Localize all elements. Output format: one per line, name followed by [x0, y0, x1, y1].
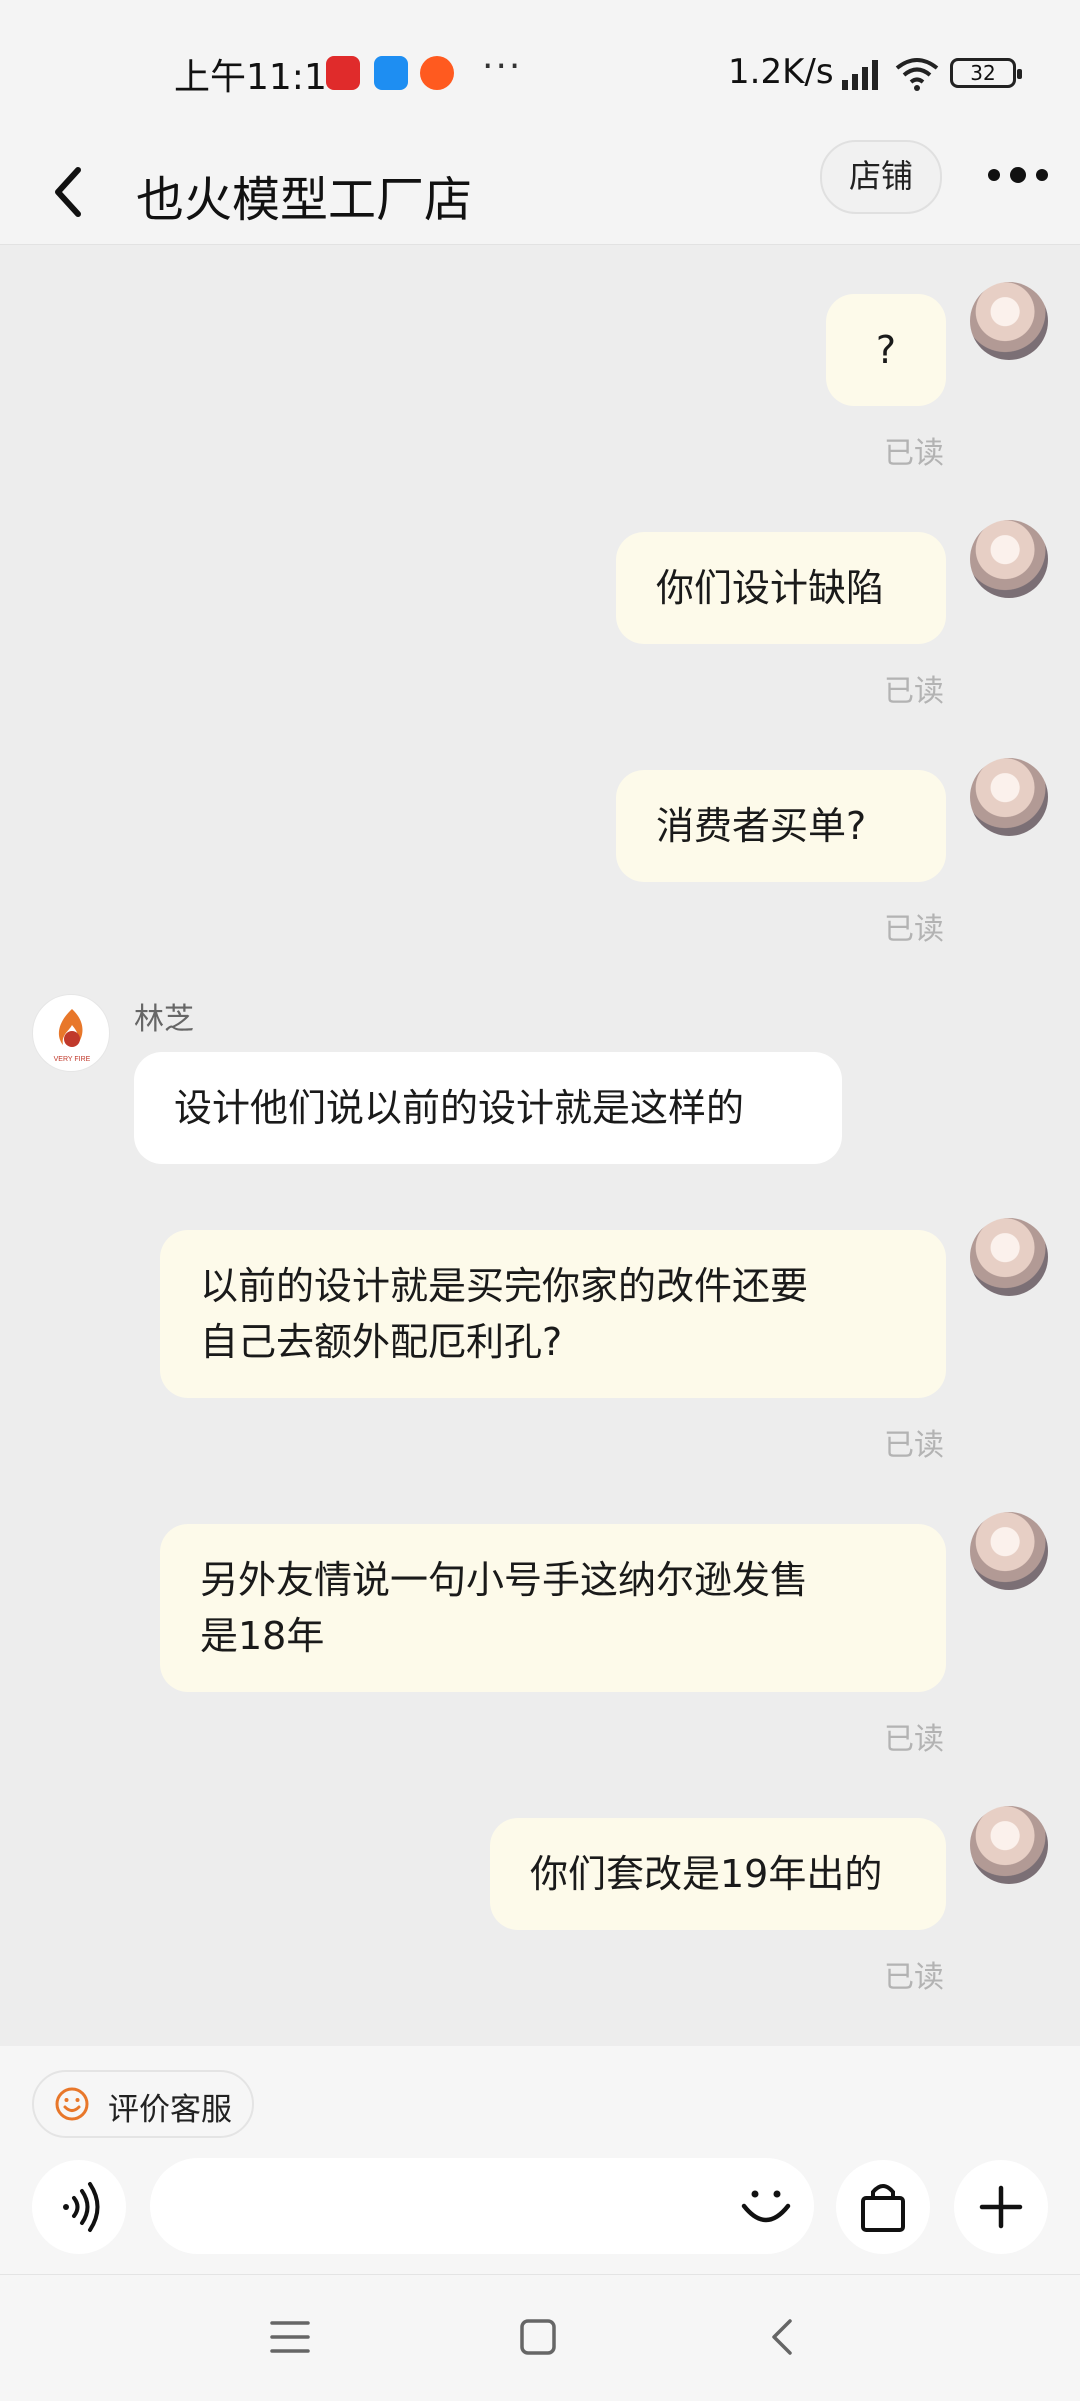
status-bar: 上午11:13 ··· 1.2K/s 32	[0, 0, 1080, 140]
read-status: 已读	[884, 1722, 944, 1757]
message-text-line: 是18年	[200, 1614, 325, 1658]
message-bubble[interactable]: 消费者买单?	[616, 770, 946, 882]
my-avatar[interactable]	[970, 282, 1048, 360]
message-bubble[interactable]: 另外友情说一句小号手这纳尔逊发售 是18年	[160, 1524, 946, 1692]
shop-avatar[interactable]: VERY FIRE	[32, 994, 110, 1072]
read-status: 已读	[884, 1428, 944, 1463]
rate-service-button[interactable]: 评价客服	[32, 2070, 254, 2138]
message-text-line: 自己去额外配厄利孔?	[200, 1320, 563, 1364]
logo-text: VERY FIRE	[54, 1056, 91, 1063]
message-text: 消费者买单?	[656, 804, 867, 848]
message-text: ?	[875, 328, 897, 372]
emoji-icon[interactable]	[738, 2178, 794, 2234]
voice-icon	[63, 2182, 100, 2232]
read-status: 已读	[884, 1960, 944, 1995]
my-avatar[interactable]	[970, 520, 1048, 598]
very-fire-logo-icon: VERY FIRE	[54, 1009, 91, 1063]
shopping-bag-icon	[861, 2184, 905, 2232]
wifi-icon	[895, 58, 939, 91]
system-nav-bar	[0, 2274, 1080, 2401]
read-status: 已读	[884, 436, 944, 471]
rate-service-label: 评价客服	[108, 2092, 232, 2128]
message-text: 你们套改是19年出的	[530, 1852, 883, 1896]
message-text: 你们设计缺陷	[656, 566, 885, 610]
netease-music-icon	[326, 56, 360, 90]
home-square-icon[interactable]	[516, 2315, 560, 2359]
message-text-line: 以前的设计就是买完你家的改件还要	[200, 1264, 809, 1308]
my-avatar[interactable]	[970, 758, 1048, 836]
message-bubble[interactable]: 设计他们说以前的设计就是这样的	[134, 1052, 842, 1164]
message-bubble[interactable]: ?	[826, 294, 946, 406]
more-actions-button[interactable]	[954, 2160, 1048, 2254]
read-status: 已读	[884, 912, 944, 947]
input-area: 评价客服	[0, 2046, 1080, 2274]
status-more-icon: ···	[482, 46, 523, 87]
battery-icon: 32	[950, 58, 1022, 88]
sender-name: 林芝	[134, 1002, 194, 1037]
read-status: 已读	[884, 674, 944, 709]
message-app-icon	[374, 56, 408, 90]
status-time: 上午11:13	[174, 57, 350, 98]
back-arrow-icon[interactable]	[36, 156, 108, 228]
message-input[interactable]	[150, 2158, 814, 2254]
taobao-icon	[420, 56, 454, 90]
message-bubble[interactable]: 以前的设计就是买完你家的改件还要 自己去额外配厄利孔?	[160, 1230, 946, 1398]
message-bubble[interactable]: 你们设计缺陷	[616, 532, 946, 644]
chat-header: 也火模型工厂店 店铺	[0, 140, 1080, 245]
message-text: 设计他们说以前的设计就是这样的	[174, 1086, 745, 1130]
plus-icon	[979, 2185, 1023, 2229]
order-button[interactable]	[836, 2160, 930, 2254]
my-avatar[interactable]	[970, 1806, 1048, 1884]
network-speed: 1.2K/s	[728, 52, 834, 92]
more-dots-icon[interactable]	[980, 140, 1060, 210]
my-avatar[interactable]	[970, 1218, 1048, 1296]
my-avatar[interactable]	[970, 1512, 1048, 1590]
signal-icon	[842, 60, 878, 90]
message-bubble[interactable]: 你们套改是19年出的	[490, 1818, 946, 1930]
smiley-icon	[55, 2087, 89, 2121]
page-title: 也火模型工厂店	[136, 172, 473, 228]
back-triangle-icon[interactable]	[762, 2315, 806, 2359]
menu-icon[interactable]	[268, 2315, 312, 2359]
voice-button[interactable]	[32, 2160, 126, 2254]
store-button[interactable]: 店铺	[820, 140, 942, 214]
message-text-line: 另外友情说一句小号手这纳尔逊发售	[200, 1558, 809, 1602]
